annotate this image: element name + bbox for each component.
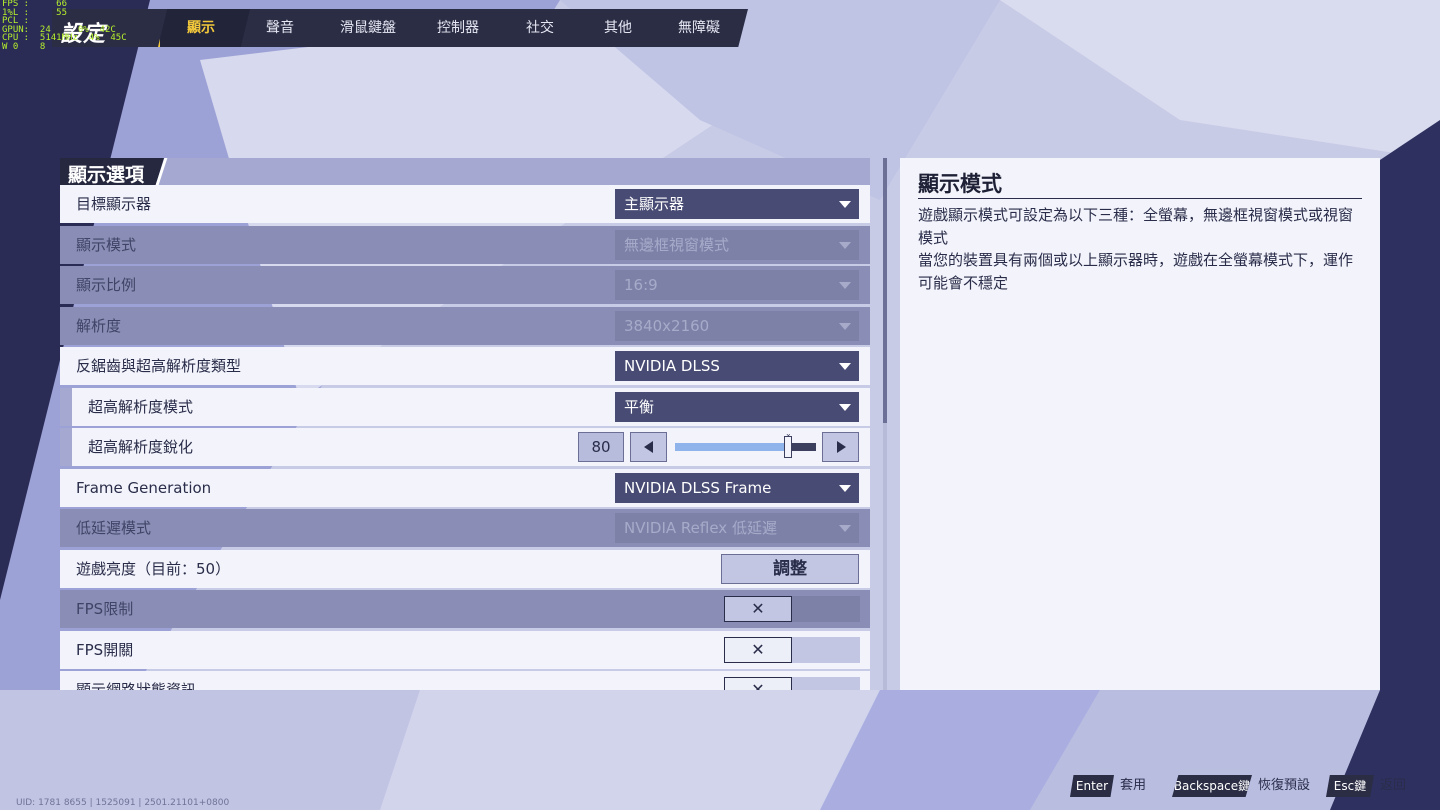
setting-label: 超高解析度模式 xyxy=(88,397,194,416)
caret-down-icon xyxy=(839,282,851,289)
slider-fill xyxy=(675,443,788,451)
hint-action: 套用 xyxy=(1120,778,1147,793)
hint-action: 恢復預設 xyxy=(1258,778,1311,793)
setting-row-low-latency[interactable]: 低延遲模式 NVIDIA Reflex 低延遲 xyxy=(60,509,870,547)
caret-down-icon xyxy=(839,403,851,411)
low-latency-dropdown: NVIDIA Reflex 低延遲 xyxy=(615,513,859,543)
performance-overlay: FPS : 66 1%L : 55 PCL : GPUN: 24 0% 42C … xyxy=(2,0,127,52)
caret-down-icon xyxy=(839,241,851,249)
setting-label: FPS開關 xyxy=(76,640,134,659)
target-display-dropdown[interactable]: 主顯示器 xyxy=(615,189,859,219)
toggle-off-icon: ✕ xyxy=(724,677,792,690)
dropdown-value: NVIDIA Reflex 低延遲 xyxy=(624,519,777,537)
description-body: 遊戲顯示模式可設定為以下三種：全螢幕，無邊框視窗模式或視窗模式 當您的裝置具有兩… xyxy=(918,204,1364,294)
description-panel: 顯示模式 遊戲顯示模式可設定為以下三種：全螢幕，無邊框視窗模式或視窗模式 當您的… xyxy=(900,158,1380,690)
hint-reset[interactable]: Backspace鍵 恢復預設 xyxy=(1172,775,1312,797)
dropdown-value: NVIDIA DLSS xyxy=(624,357,720,375)
arrow-left-icon xyxy=(644,441,653,453)
sr-mode-dropdown[interactable]: 平衡 xyxy=(615,391,859,422)
caret-down-icon xyxy=(839,201,851,208)
setting-label: 目標顯示器 xyxy=(76,195,152,213)
fps-toggle[interactable]: ✕ xyxy=(724,636,860,663)
toggle-off-icon: ✕ xyxy=(724,596,792,622)
description-line: 當您的裝置具有兩個或以上顯示器時，遊戲在全螢幕模式下，運作可能會不穩定 xyxy=(918,251,1354,292)
resolution-dropdown: 3840x2160 xyxy=(615,310,859,341)
decrease-button[interactable] xyxy=(630,432,667,462)
increase-button[interactable] xyxy=(822,432,859,462)
setting-row-network-info[interactable]: 顯示網路狀態資訊 ✕ xyxy=(60,671,870,690)
frame-generation-dropdown[interactable]: NVIDIA DLSS Frame Generation xyxy=(615,472,859,527)
dropdown-value: 無邊框視窗模式 xyxy=(624,235,730,254)
setting-row-display-mode[interactable]: 顯示模式 無邊框視窗模式 xyxy=(60,225,870,264)
caret-down-icon xyxy=(839,363,851,370)
sharpen-slider[interactable]: ⌄ xyxy=(675,429,816,458)
setting-label: Frame Generation xyxy=(76,478,212,497)
setting-label: 低延遲模式 xyxy=(76,519,152,537)
dropdown-value: 主顯示器 xyxy=(624,195,685,213)
tab-sound[interactable]: 聲音 xyxy=(258,9,302,47)
description-line: 遊戲顯示模式可設定為以下三種：全螢幕，無邊框視窗模式或視窗模式 xyxy=(918,206,1354,247)
setting-row-target-display[interactable]: 目標顯示器 主顯示器 xyxy=(60,185,870,223)
setting-label: 遊戲亮度（目前：50） xyxy=(76,559,231,578)
setting-label: 解析度 xyxy=(76,316,122,335)
settings-list: 目標顯示器 主顯示器 顯示模式 無邊框視窗模式 顯示比例 16:9 解析度 38… xyxy=(60,185,870,690)
setting-row-sr-mode[interactable]: 超高解析度模式 平衡 xyxy=(60,387,870,426)
setting-label: 顯示模式 xyxy=(76,235,137,254)
panel-title: 顯示選項 xyxy=(68,164,145,186)
setting-row-fps-limit[interactable]: FPS限制 ✕ xyxy=(60,590,870,628)
hint-apply[interactable]: Enter 套用 xyxy=(1070,775,1160,797)
setting-label: FPS限制 xyxy=(76,600,134,618)
arrow-right-icon xyxy=(837,441,846,453)
setting-row-aa-type[interactable]: 反鋸齒與超高解析度類型 NVIDIA DLSS xyxy=(60,347,870,385)
display-mode-dropdown: 無邊框視窗模式 xyxy=(615,229,859,260)
tab-controller[interactable]: 控制器 xyxy=(430,9,486,47)
uid-text: UID: 1781 8655 | 1525091 | 2501.21101+08… xyxy=(16,798,230,808)
aspect-ratio-dropdown: 16:9 xyxy=(615,270,859,300)
hint-action: 返回 xyxy=(1380,778,1407,793)
aa-type-dropdown[interactable]: NVIDIA DLSS xyxy=(615,351,859,381)
tab-accessibility[interactable]: 無障礙 xyxy=(670,9,728,47)
toggle-off-icon: ✕ xyxy=(724,636,792,663)
panel-header: 顯示選項 xyxy=(60,158,870,186)
tab-other[interactable]: 其他 xyxy=(596,9,640,47)
divider xyxy=(918,198,1362,199)
tab-mouse-keyboard[interactable]: 滑鼠鍵盤 xyxy=(333,9,403,47)
setting-row-fps-toggle[interactable]: FPS開關 ✕ xyxy=(60,630,870,669)
display-options-panel: 顯示選項 目標顯示器 主顯示器 顯示模式 無邊框視窗模式 顯示比例 16:9 解… xyxy=(60,158,870,690)
adjust-brightness-button[interactable]: 調整 xyxy=(721,553,859,584)
caret-down-icon xyxy=(839,484,851,492)
setting-row-sr-sharpen[interactable]: 超高解析度銳化 80 ⌄ xyxy=(60,428,870,466)
caret-down-icon xyxy=(839,525,851,532)
setting-row-frame-generation[interactable]: Frame Generation NVIDIA DLSS Frame Gener… xyxy=(60,468,870,527)
setting-label: 顯示網路狀態資訊 xyxy=(76,681,197,690)
network-info-toggle[interactable]: ✕ xyxy=(724,677,860,690)
tab-social[interactable]: 社交 xyxy=(518,9,562,47)
key-backspace: Backspace鍵 xyxy=(1172,775,1252,797)
setting-label: 顯示比例 xyxy=(76,276,137,294)
key-esc: Esc鍵 xyxy=(1326,775,1374,797)
fps-limit-toggle: ✕ xyxy=(724,596,860,622)
setting-row-aspect-ratio[interactable]: 顯示比例 16:9 xyxy=(60,266,870,304)
dropdown-value: 16:9 xyxy=(624,276,658,294)
setting-row-brightness[interactable]: 遊戲亮度（目前：50） 調整 xyxy=(60,549,870,588)
setting-label: 反鋸齒與超高解析度類型 xyxy=(76,357,242,375)
scrollbar-thumb[interactable] xyxy=(883,158,887,423)
slider-thumb[interactable] xyxy=(784,436,792,458)
hint-back[interactable]: Esc鍵 返回 xyxy=(1326,775,1416,797)
setting-row-resolution[interactable]: 解析度 3840x2160 xyxy=(60,306,870,345)
setting-label: 超高解析度銳化 xyxy=(88,438,194,456)
description-title: 顯示模式 xyxy=(918,172,1002,196)
key-enter: Enter xyxy=(1070,775,1114,797)
sharpen-value: 80 xyxy=(578,432,624,462)
settings-scrollbar[interactable] xyxy=(883,158,887,690)
dropdown-value: 3840x2160 xyxy=(624,316,710,335)
tab-display[interactable]: 顯示 xyxy=(178,9,224,47)
dropdown-value: 平衡 xyxy=(624,397,655,416)
caret-down-icon xyxy=(839,322,851,330)
